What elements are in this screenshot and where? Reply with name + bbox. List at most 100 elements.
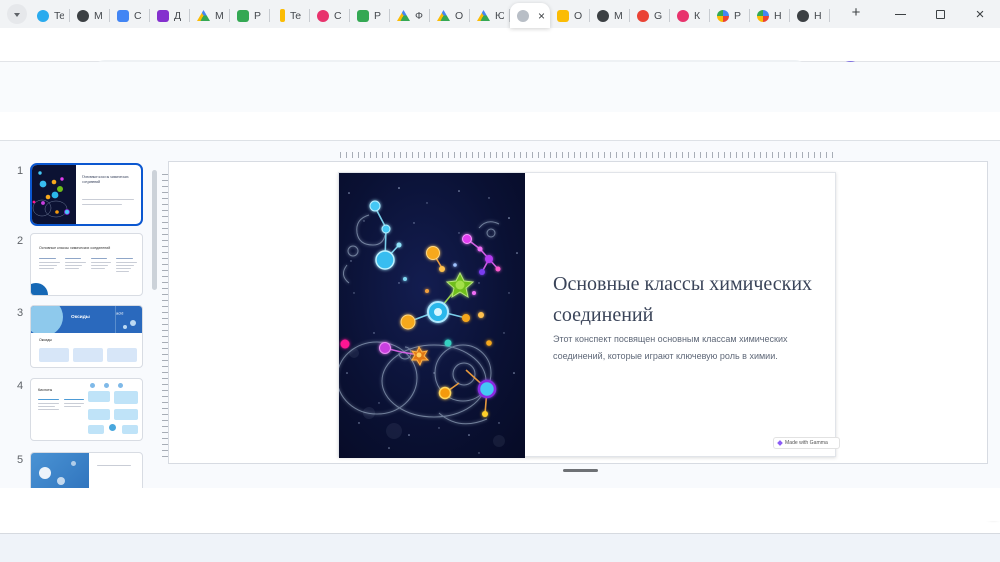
filmstrip-scrollbar[interactable] bbox=[152, 170, 157, 290]
window-close-button[interactable]: × bbox=[960, 0, 1000, 28]
browser-tab[interactable]: Ю bbox=[470, 3, 510, 28]
thumb4-columns bbox=[38, 399, 84, 410]
tab-favicon bbox=[317, 9, 329, 22]
minimize-icon bbox=[894, 13, 906, 15]
thumb2-decor-circle bbox=[31, 283, 48, 295]
notes-bar: ‹ Нажмите, чтобы добавить заметки доклад… bbox=[0, 488, 1000, 521]
browser-tab[interactable]: М bbox=[590, 3, 630, 28]
slides-header: Основные классы химических соединений .P… bbox=[0, 62, 1000, 166]
thumb3-card bbox=[107, 348, 137, 362]
thumb1-line bbox=[82, 204, 122, 205]
tab-favicon bbox=[437, 10, 450, 21]
browser-tab[interactable]: С bbox=[310, 3, 350, 28]
tab-favicon bbox=[397, 10, 410, 21]
browser-tab[interactable]: G bbox=[630, 3, 670, 28]
tab-title-text: Н bbox=[814, 9, 822, 22]
tab-favicon bbox=[37, 9, 49, 22]
gamma-badge-text: Made with Gamma bbox=[785, 440, 828, 446]
windows-taskbar: Поиск O Y bbox=[0, 533, 1000, 562]
molecule-image[interactable] bbox=[339, 173, 525, 458]
thumb3-card bbox=[39, 348, 69, 362]
tab-favicon bbox=[517, 9, 529, 22]
thumb1-image bbox=[32, 165, 76, 224]
slide-thumbnail-2[interactable]: Основные классы химических соединений bbox=[30, 233, 143, 296]
thumb3-header-band: Оксиды acid bbox=[31, 306, 142, 334]
slide-thumbnail-3[interactable]: Оксиды acid Оксиды bbox=[30, 305, 143, 368]
browser-tab[interactable]: Р bbox=[350, 3, 390, 28]
gamma-logo-icon bbox=[777, 440, 783, 446]
new-tab-button[interactable]: + bbox=[846, 4, 866, 21]
tab-close-icon[interactable]: × bbox=[538, 10, 545, 22]
thumb1-title: Основные классы химических соединений bbox=[82, 175, 129, 184]
browser-navbar: docs.google.com/presentation/d/1zLzFuzBI… bbox=[0, 28, 1000, 86]
browser-tab[interactable]: М bbox=[70, 3, 110, 28]
tab-favicon bbox=[237, 9, 249, 22]
browser-tab[interactable]: Д bbox=[150, 3, 190, 28]
tab-title-text: Р bbox=[254, 9, 262, 22]
tab-title-text: Н bbox=[774, 9, 782, 22]
thumb2-columns bbox=[39, 258, 137, 272]
tab-favicon bbox=[157, 9, 169, 22]
browser-tab[interactable]: Н bbox=[750, 3, 790, 28]
tab-favicon bbox=[717, 9, 729, 22]
tab-favicon bbox=[597, 9, 609, 22]
tab-favicon bbox=[677, 9, 689, 22]
window-minimize-button[interactable] bbox=[880, 0, 920, 28]
window-restore-button[interactable] bbox=[920, 0, 960, 28]
browser-tab[interactable]: Р bbox=[710, 3, 750, 28]
browser-tab[interactable]: С bbox=[110, 3, 150, 28]
browser-tab[interactable]: Р bbox=[230, 3, 270, 28]
tab-title-text: М bbox=[94, 9, 103, 22]
slide-thumbnail-1[interactable]: Основные классы химических соединений bbox=[30, 163, 143, 226]
thumb2-title: Основные классы химических соединений bbox=[39, 246, 111, 251]
browser-tab[interactable]: М bbox=[190, 3, 230, 28]
tab-title-text: Te bbox=[54, 9, 64, 22]
tab-title-text: Ф bbox=[415, 9, 423, 22]
slide-thumbnail-4[interactable]: Кислоты bbox=[30, 378, 143, 441]
slide-title-text[interactable]: Основные классы химических соединений bbox=[553, 269, 831, 331]
browser-tab[interactable]: Te bbox=[30, 3, 70, 28]
thumb4-grid bbox=[88, 383, 138, 438]
tab-favicon bbox=[797, 9, 809, 22]
tab-title-text: М bbox=[215, 9, 224, 22]
window-controls: × bbox=[880, 0, 1000, 28]
tab-favicon bbox=[557, 9, 569, 22]
browser-tab[interactable]: О bbox=[430, 3, 470, 28]
tab-favicon bbox=[77, 9, 89, 22]
slide-number: 5 bbox=[16, 454, 24, 466]
slide-body-text[interactable]: Этот конспект посвящен основным классам … bbox=[553, 331, 799, 365]
tab-title-text: С bbox=[334, 9, 342, 22]
slide-number: 1 bbox=[16, 165, 24, 177]
toolbar: По шир Tt Ру Фон Макет Тема Выбрать пере… bbox=[0, 112, 1000, 250]
tab-title-text: О bbox=[455, 9, 464, 22]
tab-search-button[interactable] bbox=[7, 4, 27, 24]
tab-title-text: G bbox=[654, 9, 663, 22]
slide-canvas[interactable]: Основные классы химических соединений Эт… bbox=[338, 172, 841, 458]
browser-tab[interactable]: Te bbox=[270, 3, 310, 28]
tab-favicon bbox=[357, 9, 369, 22]
browser-tab[interactable]: Н bbox=[790, 3, 830, 28]
canvas-horizontal-scrollbar[interactable] bbox=[563, 469, 598, 472]
slide-number: 3 bbox=[16, 307, 24, 319]
tab-favicon bbox=[757, 9, 769, 22]
thumb5-line bbox=[97, 465, 131, 466]
tab-favicon bbox=[117, 9, 129, 22]
slide-number: 4 bbox=[16, 380, 24, 392]
browser-tab-strip: Te М С Д М Р Te С Р Ф О Ю × О М G К Р Н … bbox=[0, 0, 1000, 28]
browser-tab[interactable]: К bbox=[670, 3, 710, 28]
slide-number: 2 bbox=[16, 235, 24, 247]
thumb3-card bbox=[73, 348, 103, 362]
browser-tab[interactable]: × bbox=[510, 3, 550, 28]
tab-list: Te М С Д М Р Te С Р Ф О Ю × О М G К Р Н … bbox=[30, 3, 830, 28]
tab-title-text: Р bbox=[734, 9, 742, 22]
tab-title-text: О bbox=[574, 9, 583, 22]
browser-tab[interactable]: Ф bbox=[390, 3, 430, 28]
tab-title-text: К bbox=[694, 9, 701, 22]
browser-tab[interactable]: О bbox=[550, 3, 590, 28]
tab-title-text: М bbox=[614, 9, 623, 22]
tab-title-text: Ю bbox=[495, 9, 504, 22]
tab-title-text: Р bbox=[374, 9, 382, 22]
tab-favicon bbox=[197, 10, 210, 21]
tab-title-text: С bbox=[134, 9, 142, 22]
vertical-ruler bbox=[162, 172, 168, 457]
